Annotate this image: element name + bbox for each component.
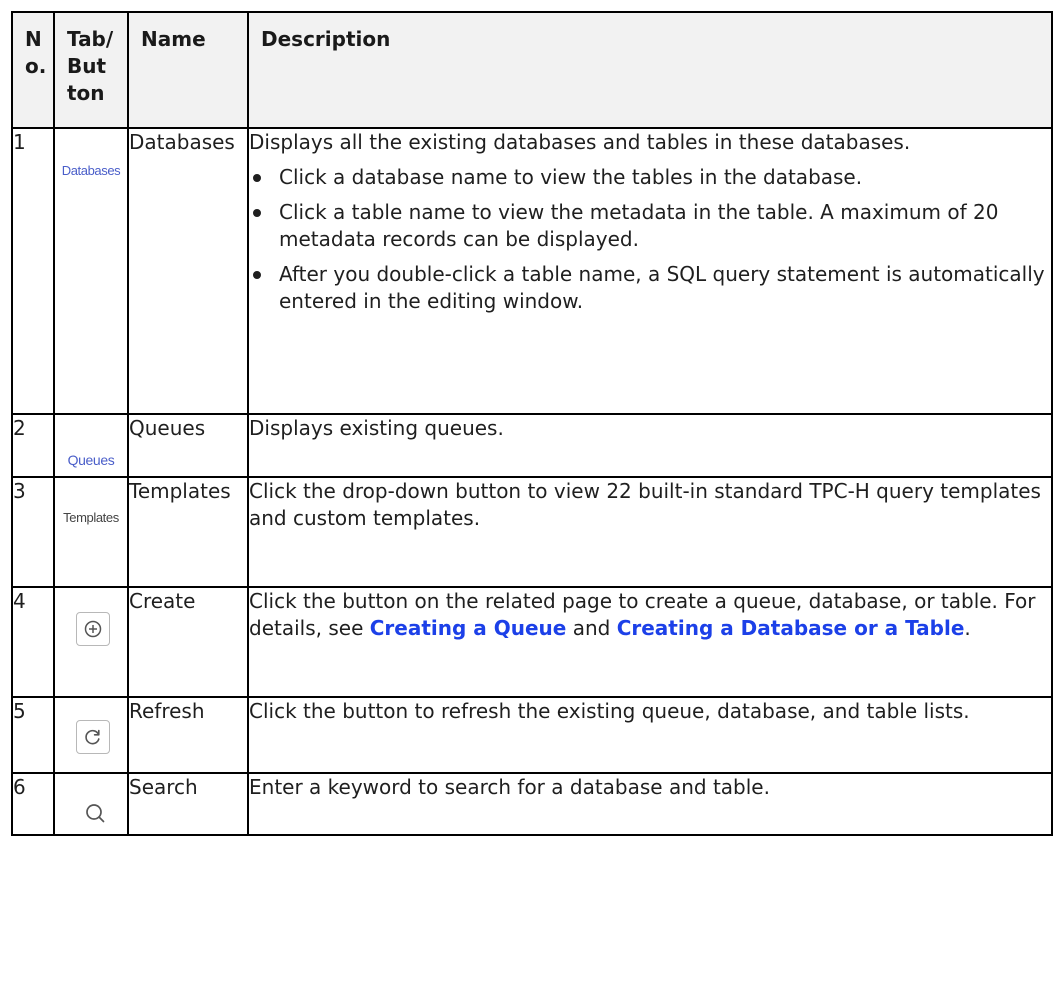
row-number: 3 [11, 476, 55, 588]
table-row: 5 Refresh Click the button to refresh th… [11, 696, 1053, 774]
table-row: 2 Queues Queues Displays existing queues… [11, 413, 1053, 478]
description-text: . [964, 616, 971, 640]
description-text: Displays existing queues. [249, 416, 504, 440]
row-number: 6 [11, 772, 55, 836]
row-description: Displays existing queues. [247, 413, 1053, 478]
tab-cell [53, 696, 129, 774]
row-number: 5 [11, 696, 55, 774]
row-name: Create [127, 586, 249, 698]
search-icon [86, 804, 105, 823]
create-button[interactable] [76, 612, 110, 646]
bullet-item: Click a table name to view the metadata … [249, 199, 1051, 253]
row-description: Displays all the existing databases and … [247, 127, 1053, 415]
description-text: Displays all the existing databases and … [249, 130, 911, 154]
row-description: Click the button to refresh the existing… [247, 696, 1053, 774]
row-number: 2 [11, 413, 55, 478]
search-button[interactable] [82, 800, 108, 826]
tab-cell: Templates [53, 476, 129, 588]
row-number: 1 [11, 127, 55, 415]
row-description: Click the button on the related page to … [247, 586, 1053, 698]
bullet-item: After you double-click a table name, a S… [249, 261, 1051, 315]
refresh-button[interactable] [76, 720, 110, 754]
row-name: Queues [127, 413, 249, 478]
header-tab-button: Tab/ Button [53, 11, 129, 129]
creating-database-table-link[interactable]: Creating a Database or a Table [617, 616, 965, 640]
header-description: Description [247, 11, 1053, 129]
description-text: Enter a keyword to search for a database… [249, 775, 770, 799]
row-description: Enter a keyword to search for a database… [247, 772, 1053, 836]
row-number: 4 [11, 586, 55, 698]
header-name: Name [127, 11, 249, 129]
description-text: Click the drop-down button to view 22 bu… [249, 479, 1041, 530]
row-name: Databases [127, 127, 249, 415]
description-text: Click the button to refresh the existing… [249, 699, 970, 723]
tab-cell [53, 586, 129, 698]
create-icon [84, 620, 102, 638]
table-header-row: No. Tab/ Button Name Description [11, 11, 1053, 129]
table-row: 1 Databases Databases Displays all the e… [11, 127, 1053, 415]
queues-tab[interactable]: Queues [55, 447, 127, 474]
templates-tab[interactable]: Templates [55, 504, 127, 531]
functions-table: No. Tab/ Button Name Description 1 Datab… [11, 11, 1053, 836]
creating-queue-link[interactable]: Creating a Queue [370, 616, 567, 640]
row-name: Refresh [127, 696, 249, 774]
description-text: and [566, 616, 617, 640]
tab-cell [53, 772, 129, 836]
bullet-item: Click a database name to view the tables… [249, 164, 1051, 191]
table-row: 4 Create Click the button on the related… [11, 586, 1053, 698]
table-row: 6 Search Enter a keyword to search for a… [11, 772, 1053, 836]
table-row: 3 Templates Templates Click the drop-dow… [11, 476, 1053, 588]
databases-tab[interactable]: Databases [55, 157, 127, 184]
header-no: No. [11, 11, 55, 129]
row-description: Click the drop-down button to view 22 bu… [247, 476, 1053, 588]
row-name: Search [127, 772, 249, 836]
refresh-icon [85, 729, 100, 745]
row-name: Templates [127, 476, 249, 588]
tab-cell: Databases [53, 127, 129, 415]
tab-cell: Queues [53, 413, 129, 478]
